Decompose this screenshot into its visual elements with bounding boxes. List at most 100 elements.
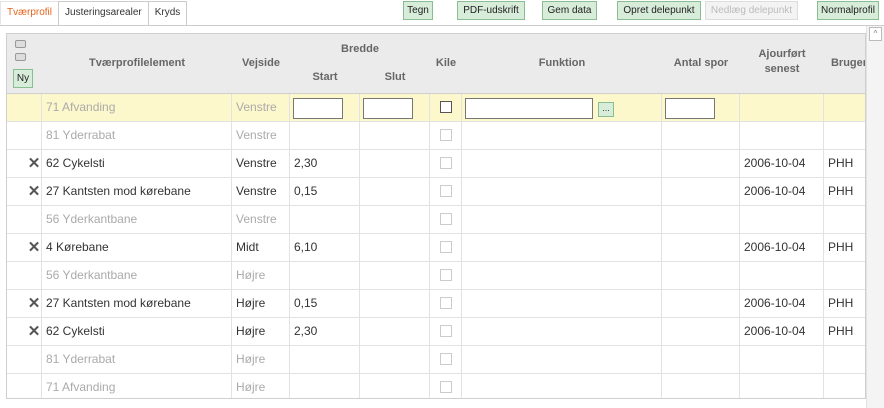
date-cell: 2006-10-04 <box>740 318 824 345</box>
antal-spor-cell <box>662 234 740 261</box>
funktion-cell <box>462 206 662 233</box>
funktion-cell <box>462 150 662 177</box>
vejside-cell: Højre <box>232 318 290 345</box>
start-cell <box>290 122 360 149</box>
kile-checkbox <box>440 213 452 225</box>
col-header-bredde: Bredde <box>341 43 379 55</box>
antal-spor-input[interactable] <box>665 98 715 119</box>
start-cell <box>290 374 360 398</box>
start-cell <box>290 346 360 373</box>
row-select-cell[interactable] <box>7 374 42 398</box>
kile-checkbox <box>440 185 452 197</box>
row-select-cell[interactable] <box>7 346 42 373</box>
pdf-udskrift-button[interactable]: PDF-udskrift <box>457 1 525 20</box>
date-cell <box>740 346 824 373</box>
col-header-funktion: Funktion <box>538 57 586 69</box>
table-row[interactable]: ✕ 62 Cykelsti Venstre 2,30 2006-10-04 PHH <box>7 150 865 178</box>
element-cell: 27 Kantsten mod kørebane <box>42 178 232 205</box>
slut-input[interactable] <box>363 98 413 119</box>
funktion-input[interactable] <box>465 98 593 119</box>
delete-icon[interactable]: ✕ <box>27 318 41 345</box>
user-cell: PHH <box>824 290 865 317</box>
profile-grid: Ny Tværprofilelement Vejside Bredde Star… <box>6 33 866 399</box>
table-row[interactable]: ✕ 62 Cykelsti Højre 2,30 2006-10-04 PHH <box>7 318 865 346</box>
date-cell <box>740 206 824 233</box>
opret-delepunkt-button[interactable]: Opret delepunkt <box>617 1 701 20</box>
tab-justeringsarealer[interactable]: Justeringsarealer <box>58 1 149 25</box>
element-cell: 4 Kørebane <box>42 234 232 261</box>
table-row[interactable]: 81 Yderrabat Venstre <box>7 122 865 150</box>
user-cell: PHH <box>824 318 865 345</box>
table-row[interactable]: ✕ 4 Kørebane Midt 6,10 2006-10-04 PHH <box>7 234 865 262</box>
kile-checkbox <box>440 297 452 309</box>
start-cell: 2,30 <box>290 150 360 177</box>
user-cell: PHH <box>824 234 865 261</box>
tab-strip: Tværprofil Justeringsarealer Kryds <box>0 0 188 26</box>
row-select-cell[interactable] <box>7 262 42 289</box>
table-row[interactable]: 71 Afvanding Venstre... <box>7 94 865 122</box>
funktion-cell <box>462 122 662 149</box>
start-cell: 0,15 <box>290 178 360 205</box>
slut-cell <box>360 318 430 345</box>
col-header-ajourfoert: Ajourført <box>758 48 806 60</box>
scroll-up-arrow-icon[interactable]: ^ <box>869 27 882 41</box>
normalprofil-button[interactable]: Normalprofil <box>817 1 879 20</box>
col-header-kile: Kile <box>435 57 457 69</box>
slut-cell <box>360 290 430 317</box>
element-cell: 62 Cykelsti <box>42 318 232 345</box>
funktion-cell <box>462 290 662 317</box>
col-header-antal-spor: Antal spor <box>673 57 729 69</box>
element-cell: 62 Cykelsti <box>42 150 232 177</box>
vejside-cell: Midt <box>232 234 290 261</box>
slut-cell <box>360 262 430 289</box>
kile-checkbox[interactable] <box>440 101 452 113</box>
element-cell: 71 Afvanding <box>42 374 232 398</box>
slut-cell <box>360 234 430 261</box>
vertical-scrollbar[interactable] <box>866 26 884 408</box>
slut-cell <box>360 122 430 149</box>
delete-icon[interactable]: ✕ <box>27 150 41 177</box>
row-select-cell[interactable] <box>7 122 42 149</box>
vejside-cell: Venstre <box>232 94 290 121</box>
start-input[interactable] <box>293 98 343 119</box>
table-row[interactable]: ✕ 27 Kantsten mod kørebane Venstre 0,15 2006… <box>7 178 865 206</box>
user-cell <box>824 122 865 149</box>
row-select-cell[interactable] <box>7 94 42 121</box>
table-row[interactable]: 56 Yderkantbane Venstre <box>7 206 865 234</box>
ny-button[interactable]: Ny <box>13 69 33 88</box>
table-row[interactable]: 56 Yderkantbane Højre <box>7 262 865 290</box>
tab-tvaerprofil[interactable]: Tværprofil <box>0 1 60 25</box>
vejside-cell: Venstre <box>232 178 290 205</box>
grid-header: Ny Tværprofilelement Vejside Bredde Star… <box>7 34 865 94</box>
antal-spor-cell <box>662 374 740 398</box>
delete-icon[interactable]: ✕ <box>27 290 41 317</box>
vejside-cell: Højre <box>232 262 290 289</box>
table-row[interactable]: 81 Yderrabat Højre <box>7 346 865 374</box>
table-row[interactable]: 71 Afvanding Højre <box>7 374 865 398</box>
antal-spor-cell <box>662 178 740 205</box>
row-select-cell[interactable] <box>7 206 42 233</box>
funktion-cell <box>462 374 662 398</box>
date-cell: 2006-10-04 <box>740 150 824 177</box>
antal-spor-cell <box>662 318 740 345</box>
delete-icon[interactable]: ✕ <box>27 234 41 261</box>
slut-cell <box>360 374 430 398</box>
tab-kryds[interactable]: Kryds <box>147 1 188 25</box>
antal-spor-cell <box>662 122 740 149</box>
funktion-picker-button[interactable]: ... <box>598 102 614 117</box>
start-cell <box>290 206 360 233</box>
delete-icon[interactable]: ✕ <box>27 178 41 205</box>
tegn-button[interactable]: Tegn <box>403 1 433 20</box>
camera-icon[interactable] <box>15 40 26 48</box>
table-row[interactable]: ✕ 27 Kantsten mod kørebane Højre 0,15 2006-1… <box>7 290 865 318</box>
user-cell: PHH <box>824 150 865 177</box>
kile-checkbox <box>440 269 452 281</box>
element-cell: 56 Yderkantbane <box>42 206 232 233</box>
col-header-start: Start <box>312 71 338 83</box>
antal-spor-cell <box>662 262 740 289</box>
camera-icon[interactable] <box>15 53 26 61</box>
col-header-element: Tværprofilelement <box>89 57 185 69</box>
vejside-cell: Venstre <box>232 150 290 177</box>
gem-data-button[interactable]: Gem data <box>542 1 597 20</box>
kile-checkbox <box>440 381 452 393</box>
